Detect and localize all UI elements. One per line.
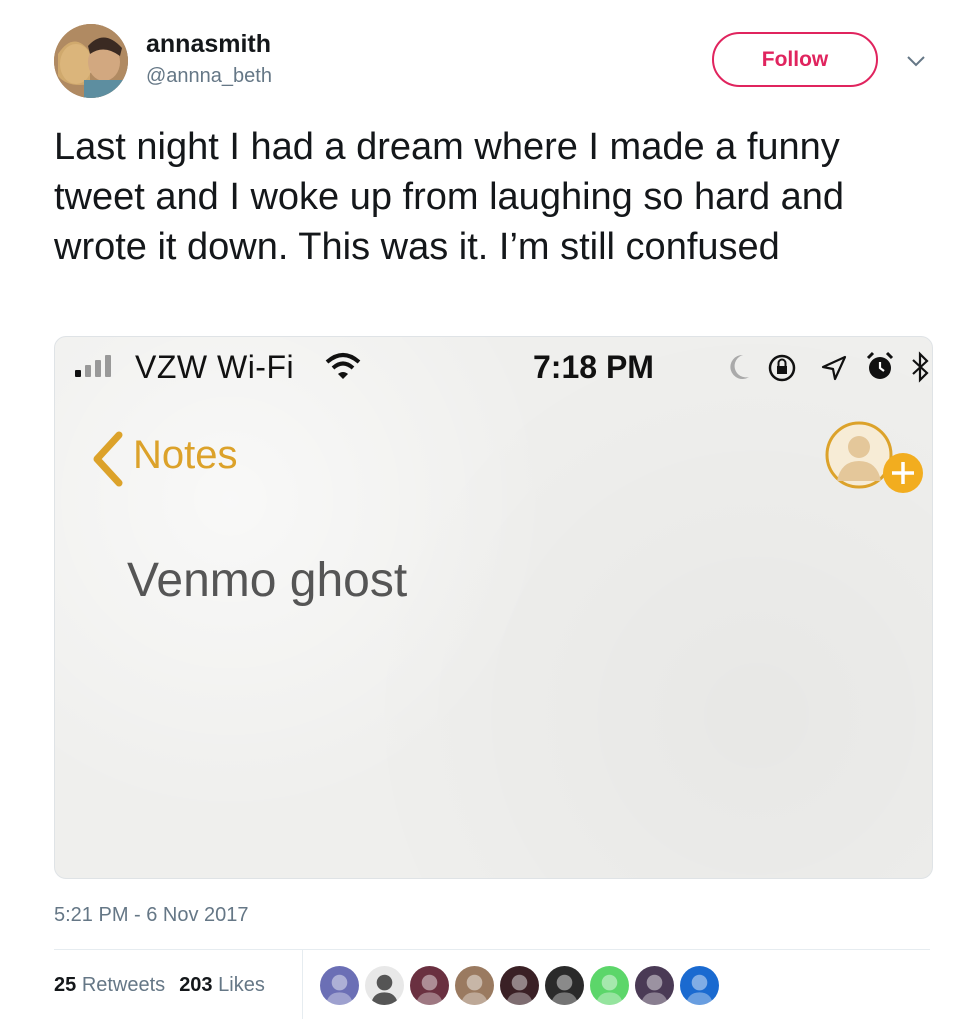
wifi-icon xyxy=(325,353,361,379)
tweet-timestamp[interactable]: 5:21 PM - 6 Nov 2017 xyxy=(54,904,249,927)
author-display-name[interactable]: annasmith xyxy=(146,30,271,59)
bluetooth-icon xyxy=(912,351,929,383)
location-arrow-icon xyxy=(821,355,847,381)
follow-button[interactable]: Follow xyxy=(712,32,878,87)
likes-label: Likes xyxy=(218,974,265,996)
liker-avatar[interactable] xyxy=(545,966,584,1005)
rotation-lock-icon xyxy=(768,354,796,382)
liker-avatar[interactable] xyxy=(635,966,674,1005)
ios-status-bar: VZW Wi-Fi 7:18 PM xyxy=(55,337,932,397)
back-chevron-icon[interactable] xyxy=(87,429,127,489)
tweet-text: Last night I had a dream where I made a … xyxy=(54,126,845,268)
liker-avatar[interactable] xyxy=(680,966,719,1005)
do-not-disturb-moon-icon xyxy=(730,354,749,379)
liker-avatar[interactable] xyxy=(500,966,539,1005)
liker-avatar[interactable] xyxy=(590,966,629,1005)
note-body-text: Venmo ghost xyxy=(127,554,408,607)
retweets-count: 25 xyxy=(54,974,77,996)
liker-avatars xyxy=(320,966,719,1006)
alarm-clock-icon xyxy=(866,351,894,379)
stats-separator xyxy=(302,950,303,1019)
likes-count: 203 xyxy=(179,974,213,996)
tweet-stats: 25 Retweets 203 Likes xyxy=(54,974,265,997)
add-people-icon[interactable] xyxy=(823,417,929,499)
notes-back-button[interactable]: Notes xyxy=(133,433,238,478)
chevron-down-icon[interactable] xyxy=(904,52,928,70)
signal-strength-icon xyxy=(75,355,111,377)
retweets-stat[interactable]: 25 Retweets xyxy=(54,974,165,996)
status-time: 7:18 PM xyxy=(533,349,654,385)
liker-avatar[interactable] xyxy=(320,966,359,1005)
tweet-card: annasmith @annna_beth Follow Last night … xyxy=(0,0,980,1019)
liker-avatar[interactable] xyxy=(410,966,449,1005)
divider xyxy=(54,949,930,950)
retweets-label: Retweets xyxy=(81,974,166,996)
likes-stat[interactable]: 203 Likes xyxy=(179,974,265,996)
liker-avatar[interactable] xyxy=(365,966,404,1005)
author-avatar[interactable] xyxy=(54,24,128,98)
tweet-media-image[interactable]: VZW Wi-Fi 7:18 PM Notes Venmo ghost xyxy=(54,336,933,879)
liker-avatar[interactable] xyxy=(455,966,494,1005)
carrier-label: VZW Wi-Fi xyxy=(135,349,295,385)
author-handle[interactable]: @annna_beth xyxy=(146,65,272,88)
